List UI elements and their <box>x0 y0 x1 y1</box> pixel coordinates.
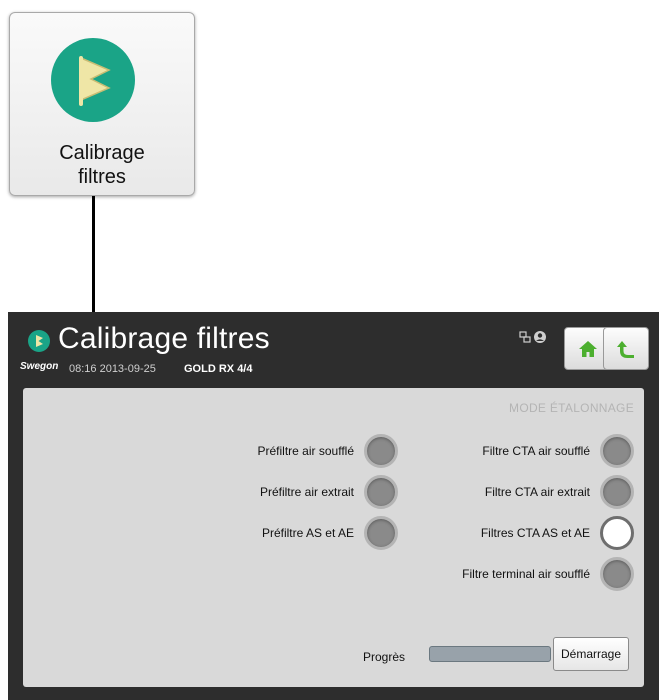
datetime: 08:16 2013-09-25 <box>69 363 156 375</box>
filter-status-indicator <box>364 516 398 550</box>
device-screen: Calibrage filtres Swegon 08:16 2013-09-2… <box>8 312 659 700</box>
user-icon <box>534 331 546 343</box>
mode-label: MODE ÉTALONNAGE <box>509 401 634 415</box>
tile-label-line1: Calibrage <box>59 142 145 164</box>
unit-model: GOLD RX 4/4 <box>184 363 252 375</box>
start-button[interactable]: Démarrage <box>553 637 629 671</box>
filter-label: Filtre terminal air soufflé <box>462 567 590 581</box>
title-filter-icon <box>28 330 50 352</box>
progress-label: Progrès <box>363 650 406 664</box>
filter-label: Filtres CTA AS et AE <box>480 526 590 540</box>
filter-label: Préfiltre AS et AE <box>261 526 354 540</box>
network-icon <box>519 331 531 343</box>
filter-status-indicator <box>600 434 634 468</box>
tile-label-line2: filtres <box>78 166 126 188</box>
filter-label: Filtre CTA air extrait <box>484 485 590 499</box>
calibrage-filtres-tile[interactable]: Calibrage filtres <box>9 12 195 196</box>
page-title: Calibrage filtres <box>58 322 270 355</box>
model-name: GOLD RX <box>184 363 235 375</box>
calibration-panel: MODE ÉTALONNAGE Préfiltre air soufflé Pr… <box>23 388 644 687</box>
connector-line <box>92 196 95 314</box>
back-arrow-icon <box>617 341 634 358</box>
filter-status-indicator <box>364 475 398 509</box>
status-icons <box>519 330 549 344</box>
filter-status-indicator-active <box>600 516 634 550</box>
progress-bar <box>429 646 551 662</box>
back-button[interactable] <box>603 327 649 370</box>
filter-status-indicator <box>364 434 398 468</box>
brand-logo: Swegon <box>20 361 59 372</box>
filter-flag-icon <box>51 38 135 122</box>
filter-status-indicator <box>600 475 634 509</box>
filter-label: Préfiltre air soufflé <box>257 444 355 458</box>
filter-status-indicator <box>600 557 634 591</box>
home-icon <box>579 341 597 357</box>
tile-label: Calibrage filtres <box>10 141 194 189</box>
filter-label: Préfiltre air extrait <box>259 485 354 499</box>
page-indicator: 4/4 <box>237 363 253 375</box>
filter-label: Filtre CTA air soufflé <box>482 444 590 458</box>
